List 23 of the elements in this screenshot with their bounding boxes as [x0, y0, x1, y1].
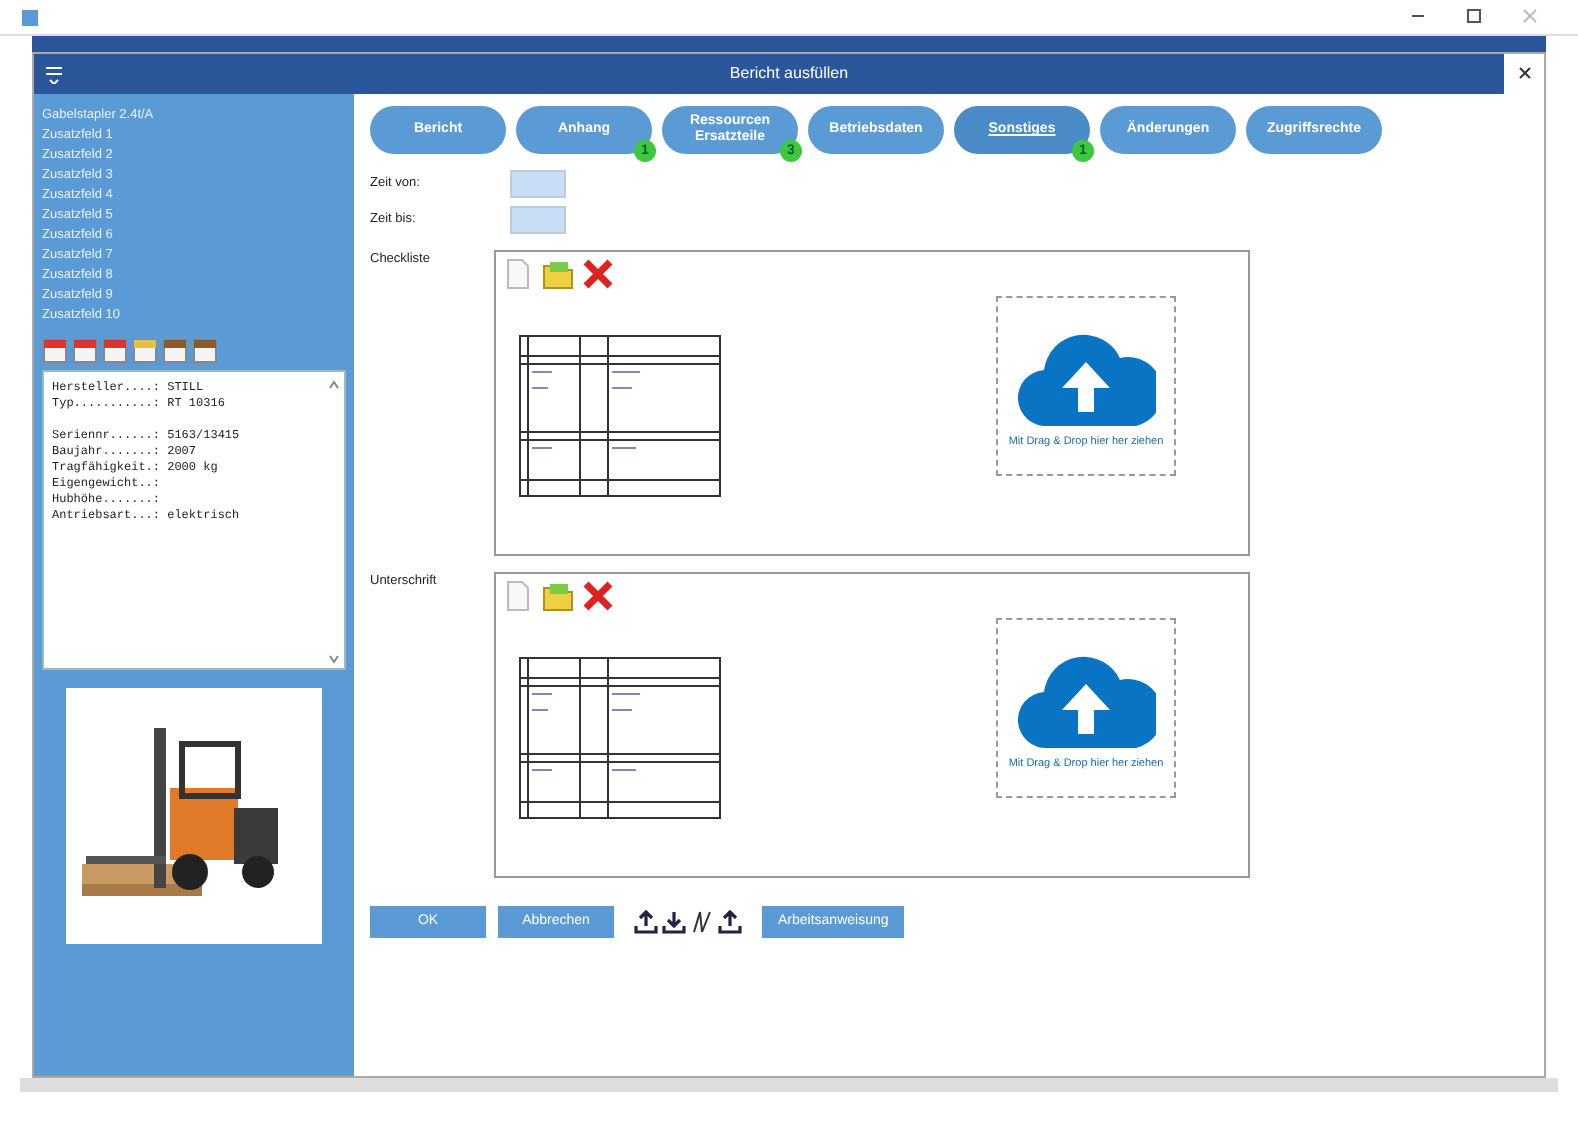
- upload-icon[interactable]: [718, 910, 742, 934]
- delete-icon[interactable]: [582, 580, 614, 612]
- document-icon[interactable]: [132, 338, 158, 364]
- calendar-icon[interactable]: [42, 338, 68, 364]
- input-field[interactable]: [510, 170, 566, 198]
- app-icon: [20, 7, 40, 27]
- horizontal-scrollbar[interactable]: [20, 1078, 1558, 1092]
- calendar-icon[interactable]: [102, 338, 128, 364]
- close-icon: [1522, 8, 1538, 25]
- close-button[interactable]: [1504, 54, 1544, 94]
- maximize-icon: [1466, 8, 1482, 25]
- dialog-title: Bericht ausfüllen: [727, 62, 851, 86]
- delete-icon[interactable]: [582, 258, 614, 290]
- document-icon[interactable]: [192, 338, 218, 364]
- close-icon: [1517, 66, 1531, 81]
- document-icon[interactable]: [162, 338, 188, 364]
- signature-icon[interactable]: [690, 910, 714, 934]
- folder-icon[interactable]: [542, 580, 574, 612]
- calendar-icon[interactable]: [72, 338, 98, 364]
- folder-icon[interactable]: [542, 258, 574, 290]
- upload-icon[interactable]: [634, 910, 658, 934]
- download-icon[interactable]: [662, 910, 686, 934]
- input-field[interactable]: [510, 206, 566, 234]
